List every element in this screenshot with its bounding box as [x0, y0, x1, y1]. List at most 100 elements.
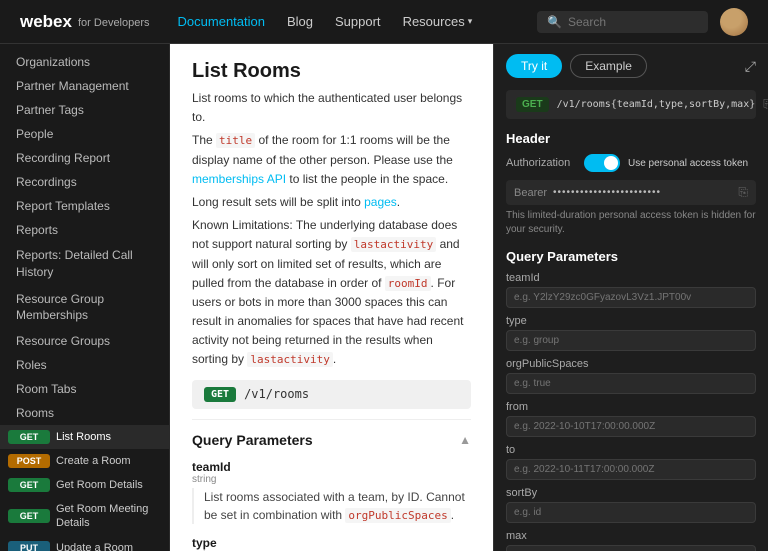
qp-max-input[interactable]	[506, 545, 756, 551]
qp-teamid: teamId	[506, 272, 756, 308]
expand-icon[interactable]: ⤢	[745, 58, 756, 75]
qp-max: max	[506, 530, 756, 551]
nav-blog[interactable]: Blog	[287, 14, 313, 29]
desc3: Long result sets will be split into page…	[192, 193, 471, 212]
method-badge-get: GET	[8, 430, 50, 444]
sidebar-item-reports-detailed[interactable]: Reports: Detailed Call History	[0, 242, 169, 286]
qp-to-input[interactable]	[506, 459, 756, 480]
logo-sub: for Developers	[78, 17, 150, 29]
copy-bearer-icon[interactable]: ⎘	[738, 185, 748, 200]
auth-toggle-label: Use personal access token	[628, 157, 748, 170]
sidebar-api-get-room-details[interactable]: GET Get Room Details	[0, 473, 169, 497]
qp-label: sortBy	[506, 487, 756, 499]
logo-webex: webex	[20, 12, 72, 32]
sidebar-item-recording-report[interactable]: Recording Report	[0, 146, 169, 170]
qp-from-input[interactable]	[506, 416, 756, 437]
header-section: Header Authorization Use personal access…	[506, 131, 756, 237]
qp-orgpublicspaces: orgPublicSpaces	[506, 358, 756, 394]
endpoint-block: GET /v1/rooms{teamId,type,sortBy,max} ⎘	[506, 90, 756, 119]
tab-example[interactable]: Example	[570, 54, 647, 78]
toggle-knob	[604, 156, 618, 170]
endpoint-row: GET /v1/rooms	[192, 380, 471, 409]
nav-support[interactable]: Support	[335, 14, 381, 29]
auth-label: Authorization	[506, 157, 576, 169]
sidebar-api-list-rooms[interactable]: GET List Rooms	[0, 425, 169, 449]
param-type-block: type string List rooms by type. Cannot b…	[192, 536, 471, 551]
sidebar-item-rooms[interactable]: Rooms	[0, 401, 169, 425]
sidebar: Organizations Partner Management Partner…	[0, 44, 170, 551]
sidebar-api-label: Get Room Meeting Details	[56, 502, 161, 531]
qp-to: to	[506, 444, 756, 480]
param-name: type	[192, 536, 471, 550]
query-params-title: Query Parameters	[192, 432, 313, 448]
sidebar-api-label: Update a Room	[56, 542, 133, 551]
endpoint-url: /v1/rooms	[244, 387, 309, 401]
qp-label: teamId	[506, 272, 756, 284]
search-bar[interactable]: 🔍	[537, 11, 708, 33]
method-badge-put: PUT	[8, 541, 50, 551]
sidebar-api-label: List Rooms	[56, 431, 111, 443]
qp-orgpublicspaces-input[interactable]	[506, 373, 756, 394]
memberships-link[interactable]: memberships API	[192, 172, 286, 186]
sidebar-api-create-room[interactable]: POST Create a Room	[0, 449, 169, 473]
search-input[interactable]	[568, 15, 698, 29]
nav-documentation[interactable]: Documentation	[178, 14, 265, 29]
param-type: string	[192, 474, 471, 485]
search-icon: 🔍	[547, 15, 562, 29]
tab-try-it[interactable]: Try it	[506, 54, 562, 78]
topnav: webex for Developers Documentation Blog …	[0, 0, 768, 44]
collapse-icon[interactable]: ▲	[459, 433, 471, 447]
endpoint-url-panel: /v1/rooms{teamId,type,sortBy,max}	[557, 99, 756, 110]
auth-row: Authorization Use personal access token	[506, 154, 756, 172]
sidebar-item-people[interactable]: People	[0, 122, 169, 146]
qp-title: Query Parameters	[506, 249, 756, 264]
desc1: List rooms to which the authenticated us…	[192, 89, 471, 127]
sidebar-item-report-templates[interactable]: Report Templates	[0, 194, 169, 218]
right-panel: Try it Example ⤢ GET /v1/rooms{teamId,ty…	[493, 44, 768, 551]
endpoint-method-badge: GET	[204, 387, 236, 402]
main-content: List Rooms List rooms to which the authe…	[170, 44, 493, 551]
qp-label: type	[506, 315, 756, 327]
method-badge-get: GET	[8, 478, 50, 492]
logo: webex for Developers	[20, 12, 150, 32]
nav-resources[interactable]: Resources ▾	[403, 14, 473, 29]
qp-type: type	[506, 315, 756, 351]
qp-sortby-input[interactable]	[506, 502, 756, 523]
sidebar-item-partner-management[interactable]: Partner Management	[0, 74, 169, 98]
query-params-panel: Query Parameters teamId type orgPublicSp…	[506, 249, 756, 551]
desc2: The title of the room for 1:1 rooms will…	[192, 131, 471, 189]
endpoint-get-badge: GET	[516, 97, 549, 112]
sidebar-item-room-tabs[interactable]: Room Tabs	[0, 377, 169, 401]
nav-links: Documentation Blog Support Resources ▾	[178, 14, 473, 29]
sidebar-item-organizations[interactable]: Organizations	[0, 50, 169, 74]
sidebar-item-resource-groups[interactable]: Resource Groups	[0, 329, 169, 353]
qp-label: max	[506, 530, 756, 542]
qp-teamid-input[interactable]	[506, 287, 756, 308]
qp-label: orgPublicSpaces	[506, 358, 756, 370]
header-title: Header	[506, 131, 756, 146]
pages-link[interactable]: pages	[364, 195, 397, 209]
sidebar-item-roles[interactable]: Roles	[0, 353, 169, 377]
sidebar-api-update-room[interactable]: PUT Update a Room	[0, 536, 169, 551]
qp-label: from	[506, 401, 756, 413]
desc4: Known Limitations: The underlying databa…	[192, 216, 471, 370]
method-badge-post: POST	[8, 454, 50, 468]
hidden-note: This limited-duration personal access to…	[506, 209, 756, 237]
panel-tabs-row: Try it Example ⤢	[506, 54, 756, 78]
page-title: List Rooms	[192, 60, 471, 83]
sidebar-api-get-room-meeting[interactable]: GET Get Room Meeting Details	[0, 497, 169, 536]
qp-from: from	[506, 401, 756, 437]
sidebar-api-label: Get Room Details	[56, 479, 143, 491]
sidebar-item-partner-tags[interactable]: Partner Tags	[0, 98, 169, 122]
sidebar-item-reports[interactable]: Reports	[0, 218, 169, 242]
qp-label: to	[506, 444, 756, 456]
sidebar-api-label: Create a Room	[56, 455, 131, 467]
qp-type-input[interactable]	[506, 330, 756, 351]
chevron-down-icon: ▾	[468, 16, 473, 27]
sidebar-item-recordings[interactable]: Recordings	[0, 170, 169, 194]
sidebar-item-resource-group-memberships[interactable]: Resource Group Memberships	[0, 286, 169, 330]
copy-icon[interactable]: ⎘	[763, 97, 768, 112]
param-name: teamId	[192, 460, 471, 474]
avatar[interactable]	[720, 8, 748, 36]
auth-toggle[interactable]	[584, 154, 620, 172]
